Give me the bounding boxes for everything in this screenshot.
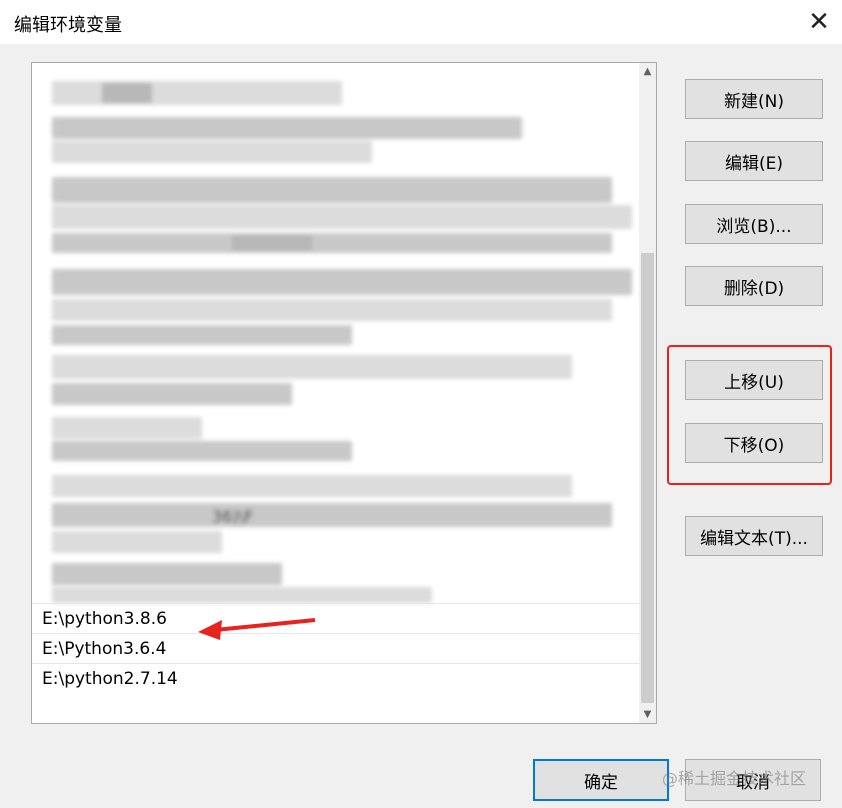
watermark: @稀土掘金技术社区 [662, 769, 807, 788]
red-arrow-icon [198, 618, 316, 640]
scrollbar[interactable]: ▲ ▼ [639, 63, 656, 723]
delete-button[interactable]: 删除(D) [685, 266, 823, 306]
new-button[interactable]: 新建(N) [685, 79, 823, 119]
path-list[interactable]: 36)\F E:\python3.8.6 E:\Python3.6.4 E:\p… [31, 62, 657, 724]
browse-button[interactable]: 浏览(B)... [685, 204, 823, 244]
highlight-box [667, 345, 832, 485]
edit-text-button[interactable]: 编辑文本(T)... [685, 516, 823, 556]
scroll-down-icon[interactable]: ▼ [639, 706, 656, 723]
obscured-fragment: 36)\F [212, 507, 254, 526]
close-icon[interactable]: ✕ [796, 0, 842, 44]
list-item[interactable]: E:\python3.8.6 [32, 603, 640, 633]
window-title: 编辑环境变量 [14, 15, 122, 36]
blurred-entries: 36)\F [32, 63, 640, 603]
list-item[interactable]: E:\python2.7.14 [32, 663, 640, 693]
list-item[interactable]: E:\Python3.6.4 [32, 633, 640, 663]
ok-button[interactable]: 确定 [533, 759, 669, 801]
title-bar: 编辑环境变量 ✕ [0, 0, 842, 44]
edit-button[interactable]: 编辑(E) [685, 141, 823, 181]
scroll-thumb[interactable] [641, 253, 654, 703]
scroll-up-icon[interactable]: ▲ [639, 63, 656, 80]
path-items: E:\python3.8.6 E:\Python3.6.4 E:\python2… [32, 603, 640, 693]
